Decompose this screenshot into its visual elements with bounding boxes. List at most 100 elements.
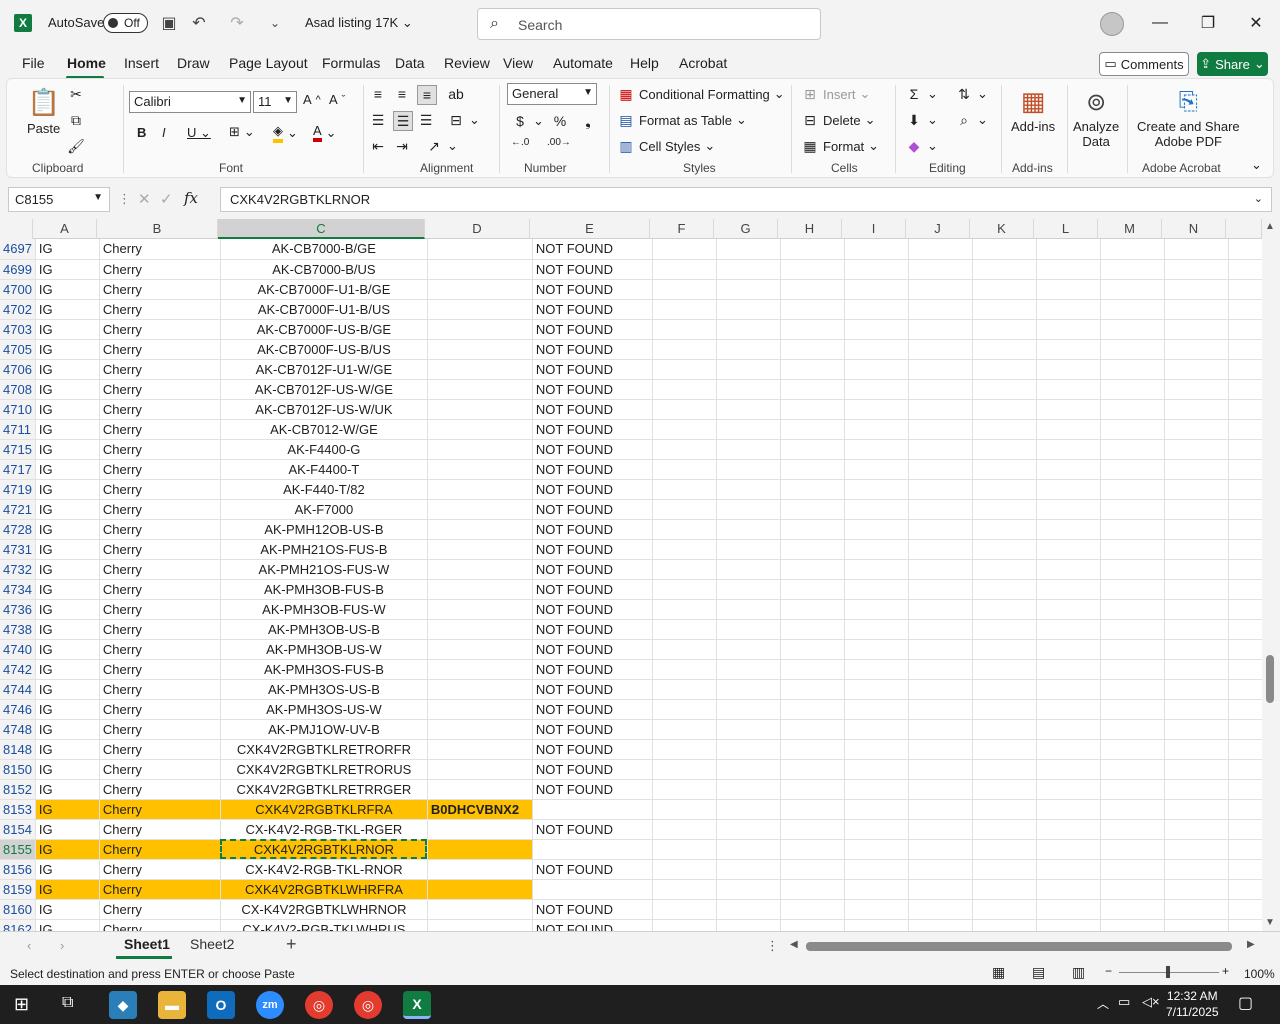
empty-cell[interactable]: [972, 899, 1037, 920]
empty-cell[interactable]: [1100, 899, 1165, 920]
cancel-icon[interactable]: ✕: [138, 190, 151, 208]
empty-cell[interactable]: [1100, 299, 1165, 320]
row-header[interactable]: 8159: [0, 879, 36, 900]
comma-style-button[interactable]: ❟: [579, 112, 597, 130]
autosave-toggle[interactable]: Off: [103, 13, 148, 33]
cell-b[interactable]: Cherry: [99, 479, 221, 500]
empty-cell[interactable]: [780, 239, 845, 260]
empty-cell[interactable]: [972, 539, 1037, 560]
vertical-scroll-thumb[interactable]: [1266, 655, 1274, 703]
empty-cell[interactable]: [844, 859, 909, 880]
empty-cell[interactable]: [1100, 879, 1165, 900]
app-icon-remote[interactable]: ◆: [109, 991, 137, 1019]
row-header[interactable]: 4706: [0, 359, 36, 380]
row-header[interactable]: 4748: [0, 719, 36, 740]
cell-d[interactable]: [427, 859, 533, 880]
close-button[interactable]: ✕: [1241, 10, 1271, 36]
cell-e[interactable]: NOT FOUND: [532, 599, 653, 620]
cell-e[interactable]: [532, 879, 653, 900]
empty-cell[interactable]: [1100, 399, 1165, 420]
empty-cell[interactable]: [1100, 639, 1165, 660]
row-header[interactable]: 4697: [0, 239, 36, 260]
empty-cell[interactable]: [1100, 359, 1165, 380]
empty-cell[interactable]: [1228, 359, 1265, 380]
accounting-format-button[interactable]: $ ⌄: [511, 112, 544, 130]
column-header[interactable]: D: [425, 219, 530, 239]
file-explorer-icon[interactable]: ▬: [158, 991, 186, 1019]
cell-a[interactable]: IG: [35, 699, 100, 720]
cell-a[interactable]: IG: [35, 439, 100, 460]
empty-cell[interactable]: [716, 339, 781, 360]
tab-data[interactable]: Data: [395, 55, 425, 71]
column-header[interactable]: M: [1098, 219, 1162, 239]
empty-cell[interactable]: [716, 799, 781, 820]
empty-cell[interactable]: [652, 819, 717, 840]
empty-cell[interactable]: [652, 279, 717, 300]
increase-font-size-button[interactable]: A ^: [303, 92, 321, 107]
cell-a[interactable]: IG: [35, 359, 100, 380]
cell-a[interactable]: IG: [35, 299, 100, 320]
empty-cell[interactable]: [1036, 839, 1101, 860]
empty-cell[interactable]: [1164, 359, 1229, 380]
empty-cell[interactable]: [1100, 779, 1165, 800]
decrease-decimal-button[interactable]: .00→: [547, 137, 571, 148]
cell-e[interactable]: NOT FOUND: [532, 859, 653, 880]
empty-cell[interactable]: [716, 579, 781, 600]
borders-button[interactable]: ⊞ ⌄: [229, 124, 255, 140]
empty-cell[interactable]: [1164, 599, 1229, 620]
row-header[interactable]: 4742: [0, 659, 36, 680]
row-header[interactable]: 8152: [0, 779, 36, 800]
tab-formulas[interactable]: Formulas: [322, 55, 380, 71]
empty-cell[interactable]: [844, 879, 909, 900]
empty-cell[interactable]: [652, 839, 717, 860]
empty-cell[interactable]: [1228, 579, 1265, 600]
empty-cell[interactable]: [1036, 319, 1101, 340]
empty-cell[interactable]: [1100, 479, 1165, 500]
column-header[interactable]: L: [1034, 219, 1098, 239]
empty-cell[interactable]: [1100, 759, 1165, 780]
empty-cell[interactable]: [1228, 559, 1265, 580]
empty-cell[interactable]: [716, 539, 781, 560]
empty-cell[interactable]: [652, 739, 717, 760]
empty-cell[interactable]: [1164, 299, 1229, 320]
outlook-icon[interactable]: O: [207, 991, 235, 1019]
empty-cell[interactable]: [972, 719, 1037, 740]
empty-cell[interactable]: [1164, 819, 1229, 840]
find-select-button[interactable]: ⌕ ⌄: [955, 111, 988, 129]
cell-c[interactable]: AK-PMH3OS-FUS-B: [220, 659, 428, 680]
empty-cell[interactable]: [652, 259, 717, 280]
cell-d[interactable]: [427, 299, 533, 320]
empty-cell[interactable]: [1036, 539, 1101, 560]
tab-view[interactable]: View: [503, 55, 533, 71]
cell-c[interactable]: AK-PMH3OS-US-W: [220, 699, 428, 720]
cell-c[interactable]: AK-F4400-G: [220, 439, 428, 460]
comments-button[interactable]: ▭ Comments: [1099, 52, 1189, 76]
cell-d[interactable]: [427, 739, 533, 760]
cell-d[interactable]: [427, 339, 533, 360]
row-header[interactable]: 4734: [0, 579, 36, 600]
empty-cell[interactable]: [1228, 299, 1265, 320]
empty-cell[interactable]: [716, 359, 781, 380]
empty-cell[interactable]: [1036, 819, 1101, 840]
zoom-slider-thumb[interactable]: [1166, 966, 1170, 978]
empty-cell[interactable]: [844, 339, 909, 360]
empty-cell[interactable]: [780, 839, 845, 860]
cell-a[interactable]: IG: [35, 339, 100, 360]
format-as-table-button[interactable]: ▤ Format as Table ⌄: [617, 111, 747, 129]
cell-b[interactable]: Cherry: [99, 799, 221, 820]
decrease-font-size-button[interactable]: Aˇ: [329, 92, 345, 107]
empty-cell[interactable]: [652, 659, 717, 680]
cell-d[interactable]: [427, 839, 533, 860]
empty-cell[interactable]: [1228, 839, 1265, 860]
cell-b[interactable]: Cherry: [99, 819, 221, 840]
cell-d[interactable]: [427, 599, 533, 620]
merge-center-button[interactable]: ⊟ ⌄: [447, 111, 480, 129]
cell-a[interactable]: IG: [35, 679, 100, 700]
cell-c[interactable]: AK-CB7012F-U1-W/GE: [220, 359, 428, 380]
cell-c[interactable]: AK-F4400-T: [220, 459, 428, 480]
cell-a[interactable]: IG: [35, 839, 100, 860]
cell-c[interactable]: AK-PMJ1OW-UV-B: [220, 719, 428, 740]
empty-cell[interactable]: [972, 379, 1037, 400]
cell-e[interactable]: NOT FOUND: [532, 379, 653, 400]
empty-cell[interactable]: [972, 439, 1037, 460]
